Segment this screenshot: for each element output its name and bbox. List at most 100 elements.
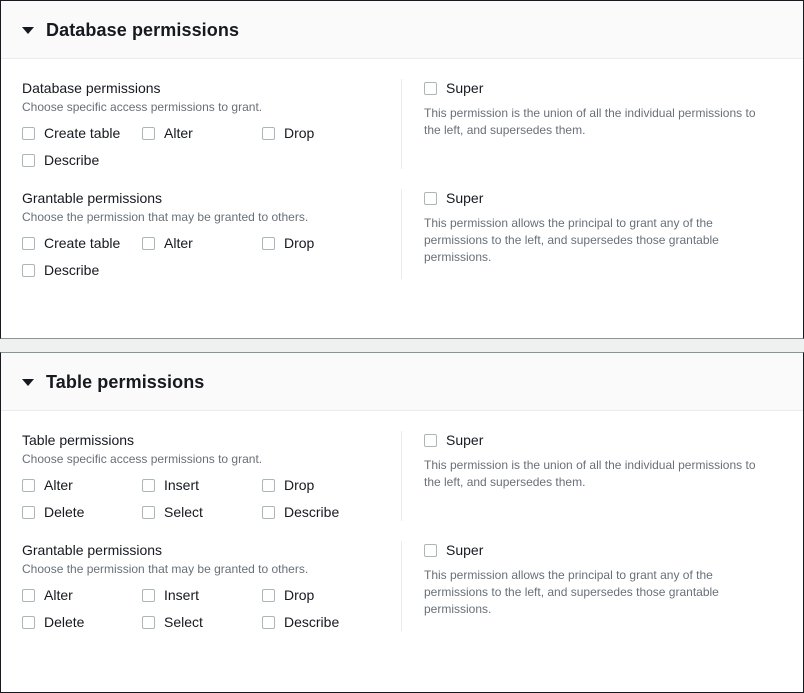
- checkbox-box[interactable]: [424, 433, 437, 447]
- checkbox-box[interactable]: [424, 543, 437, 557]
- checkbox-super[interactable]: Super: [424, 79, 782, 97]
- checkbox-label: Describe: [44, 262, 100, 278]
- database-permissions-super-column: Super This permission is the union of al…: [401, 79, 782, 169]
- table-permissions-group: Table permissions Choose specific access…: [22, 431, 782, 521]
- checkbox-label: Drop: [284, 235, 315, 251]
- database-grantable-super-column: Super This permission allows the princip…: [401, 189, 782, 279]
- checkbox-box[interactable]: [424, 81, 437, 95]
- caret-down-icon[interactable]: [22, 27, 34, 34]
- database-permissions-body: Database permissions Choose specific acc…: [1, 59, 803, 279]
- checkbox-label: Create table: [44, 235, 121, 251]
- table-grantable-permissions-group: Grantable permissions Choose the permiss…: [22, 541, 782, 631]
- checkbox-label: Super: [446, 80, 484, 96]
- checkbox-drop[interactable]: Drop: [262, 586, 382, 604]
- checkbox-select[interactable]: Select: [142, 503, 262, 521]
- permission-checkbox-grid: Create table Alter Drop Describe: [22, 124, 401, 169]
- table-permissions-super-column: Super This permission is the union of al…: [401, 431, 782, 521]
- checkbox-drop[interactable]: Drop: [262, 234, 382, 252]
- checkbox-describe[interactable]: Describe: [262, 503, 382, 521]
- group-description: Choose the permission that may be grante…: [22, 562, 309, 576]
- database-grantable-permissions-group: Grantable permissions Choose the permiss…: [22, 189, 782, 279]
- table-grantable-super-column: Super This permission allows the princip…: [401, 541, 782, 631]
- checkbox-describe[interactable]: Describe: [22, 151, 142, 169]
- checkbox-insert[interactable]: Insert: [142, 586, 262, 604]
- super-description: This permission allows the principal to …: [424, 568, 719, 616]
- checkbox-box[interactable]: [262, 505, 275, 519]
- checkbox-box[interactable]: [22, 588, 35, 602]
- checkbox-alter[interactable]: Alter: [22, 586, 142, 604]
- checkbox-box[interactable]: [262, 615, 275, 629]
- checkbox-box[interactable]: [262, 588, 275, 602]
- checkbox-label: Insert: [164, 477, 200, 493]
- group-label: Grantable permissions: [22, 190, 163, 206]
- checkbox-delete[interactable]: Delete: [22, 613, 142, 631]
- checkbox-label: Insert: [164, 587, 200, 603]
- checkbox-delete[interactable]: Delete: [22, 503, 142, 521]
- checkbox-box[interactable]: [262, 126, 275, 140]
- checkbox-box[interactable]: [142, 588, 155, 602]
- checkbox-create-table[interactable]: Create table: [22, 234, 142, 252]
- super-description: This permission is the union of all the …: [424, 458, 756, 489]
- group-description: Choose specific access permissions to gr…: [22, 100, 263, 114]
- checkbox-label: Super: [446, 190, 484, 206]
- checkbox-box[interactable]: [22, 478, 35, 492]
- group-description: Choose specific access permissions to gr…: [22, 452, 263, 466]
- checkbox-super[interactable]: Super: [424, 431, 782, 449]
- table-permissions-left-column: Table permissions Choose specific access…: [22, 431, 401, 521]
- checkbox-box[interactable]: [262, 236, 275, 250]
- checkbox-create-table[interactable]: Create table: [22, 124, 142, 142]
- permission-checkbox-grid: Alter Insert Drop Delete Select Describe: [22, 586, 401, 631]
- checkbox-describe[interactable]: Describe: [22, 261, 142, 279]
- checkbox-drop[interactable]: Drop: [262, 476, 382, 494]
- checkbox-box[interactable]: [22, 236, 35, 250]
- checkbox-box[interactable]: [22, 126, 35, 140]
- checkbox-label: Super: [446, 432, 484, 448]
- group-label: Grantable permissions: [22, 542, 163, 558]
- checkbox-label: Alter: [44, 587, 73, 603]
- permission-checkbox-grid: Create table Alter Drop Describe: [22, 234, 401, 279]
- checkbox-box[interactable]: [22, 263, 35, 277]
- checkbox-label: Alter: [164, 235, 193, 251]
- checkbox-box[interactable]: [22, 153, 35, 167]
- checkbox-insert[interactable]: Insert: [142, 476, 262, 494]
- group-label: Table permissions: [22, 432, 135, 448]
- checkbox-label: Delete: [44, 614, 85, 630]
- database-permissions-title: Database permissions: [46, 19, 240, 40]
- checkbox-super[interactable]: Super: [424, 189, 782, 207]
- table-permissions-title: Table permissions: [46, 371, 205, 392]
- checkbox-box[interactable]: [142, 505, 155, 519]
- database-permissions-header[interactable]: Database permissions: [1, 1, 803, 59]
- checkbox-alter[interactable]: Alter: [22, 476, 142, 494]
- database-permissions-left-column: Database permissions Choose specific acc…: [22, 79, 401, 169]
- group-label: Database permissions: [22, 80, 161, 96]
- database-permissions-group: Database permissions Choose specific acc…: [22, 79, 782, 169]
- table-permissions-header[interactable]: Table permissions: [1, 353, 803, 411]
- checkbox-box[interactable]: [262, 478, 275, 492]
- checkbox-label: Drop: [284, 477, 315, 493]
- checkbox-drop[interactable]: Drop: [262, 124, 382, 142]
- checkbox-describe[interactable]: Describe: [262, 613, 382, 631]
- checkbox-box[interactable]: [424, 191, 437, 205]
- caret-down-icon[interactable]: [22, 379, 34, 386]
- table-permissions-body: Table permissions Choose specific access…: [1, 411, 803, 631]
- checkbox-label: Select: [164, 614, 203, 630]
- checkbox-select[interactable]: Select: [142, 613, 262, 631]
- checkbox-box[interactable]: [142, 126, 155, 140]
- database-grantable-left-column: Grantable permissions Choose the permiss…: [22, 189, 401, 279]
- database-permissions-panel: Database permissions Database permission…: [0, 0, 804, 339]
- checkbox-label: Describe: [284, 504, 340, 520]
- permissions-screen: Database permissions Database permission…: [0, 0, 804, 693]
- checkbox-box[interactable]: [22, 505, 35, 519]
- checkbox-box[interactable]: [142, 615, 155, 629]
- checkbox-box[interactable]: [142, 478, 155, 492]
- checkbox-label: Drop: [284, 587, 315, 603]
- checkbox-label: Select: [164, 504, 203, 520]
- checkbox-label: Drop: [284, 125, 315, 141]
- checkbox-box[interactable]: [142, 236, 155, 250]
- checkbox-alter[interactable]: Alter: [142, 124, 262, 142]
- checkbox-box[interactable]: [22, 615, 35, 629]
- checkbox-super[interactable]: Super: [424, 541, 782, 559]
- checkbox-alter[interactable]: Alter: [142, 234, 262, 252]
- group-description: Choose the permission that may be grante…: [22, 210, 309, 224]
- checkbox-label: Alter: [44, 477, 73, 493]
